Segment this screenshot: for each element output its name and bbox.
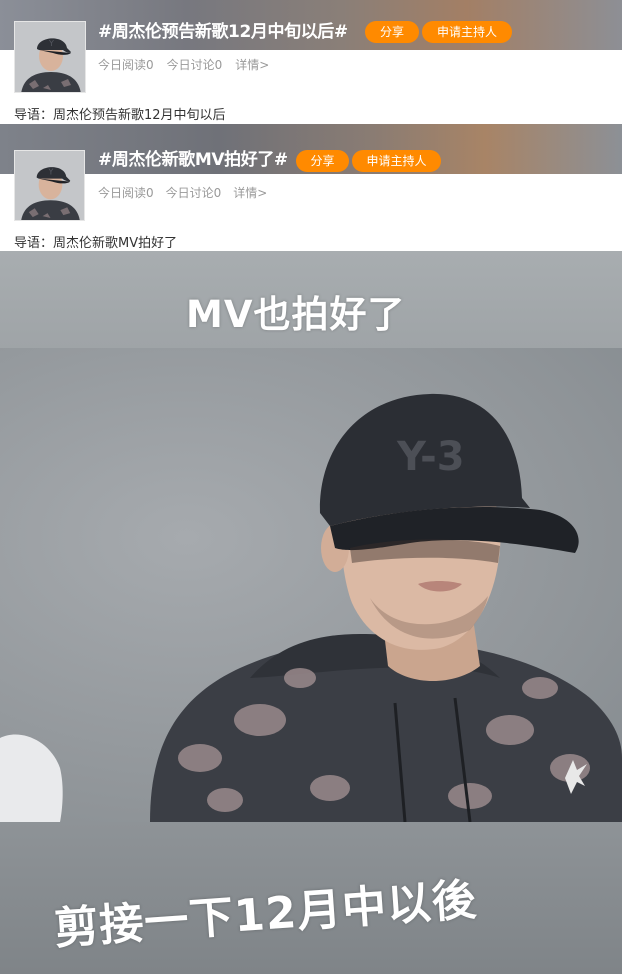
post-photo[interactable]: Y-3 MV也拍好了 剪接一下12月中以後 (0, 251, 622, 974)
topic-avatar[interactable]: Y (14, 150, 85, 221)
photo-caption-top: MV也拍好了 (186, 293, 406, 336)
topic-stats: 今日阅读0 今日讨论0 详情> (98, 56, 269, 73)
topic-card-1: Y #周杰伦预告新歌12月中旬以后# 分享 申请主持人 今日阅读0 今日讨论0 … (0, 0, 622, 124)
topic-card-2: Y #周杰伦新歌MV拍好了# 分享 申请主持人 今日阅读0 今日讨论0 详情> … (0, 124, 622, 251)
share-button[interactable]: 分享 (365, 21, 419, 43)
topic-lead: 导语：周杰伦预告新歌12月中旬以后 (14, 108, 226, 123)
topic-stats: 今日阅读0 今日讨论0 详情> (98, 184, 267, 201)
topic-lead: 导语：周杰伦新歌MV拍好了 (14, 236, 178, 251)
today-discussions: 今日讨论0 (166, 58, 223, 72)
topic-title[interactable]: #周杰伦新歌MV拍好了# (98, 148, 288, 172)
svg-text:Y: Y (48, 39, 54, 48)
details-link[interactable]: 详情> (233, 184, 267, 201)
svg-text:Y: Y (48, 168, 54, 177)
apply-host-button[interactable]: 申请主持人 (422, 21, 512, 43)
avatar-image: Y (15, 22, 85, 92)
today-reads: 今日阅读0 (98, 186, 154, 200)
share-button[interactable]: 分享 (296, 150, 349, 172)
details-link[interactable]: 详情> (235, 56, 269, 73)
topic-avatar[interactable]: Y (14, 21, 86, 93)
today-discussions: 今日讨论0 (165, 186, 222, 200)
apply-host-button[interactable]: 申请主持人 (352, 150, 441, 172)
avatar-image: Y (15, 151, 84, 220)
topic-title[interactable]: #周杰伦预告新歌12月中旬以后# (98, 20, 348, 44)
today-reads: 今日阅读0 (98, 58, 154, 72)
page: Y #周杰伦预告新歌12月中旬以后# 分享 申请主持人 今日阅读0 今日讨论0 … (0, 0, 622, 974)
portrait-illustration: Y-3 (0, 393, 622, 822)
svg-text:Y-3: Y-3 (396, 434, 465, 480)
